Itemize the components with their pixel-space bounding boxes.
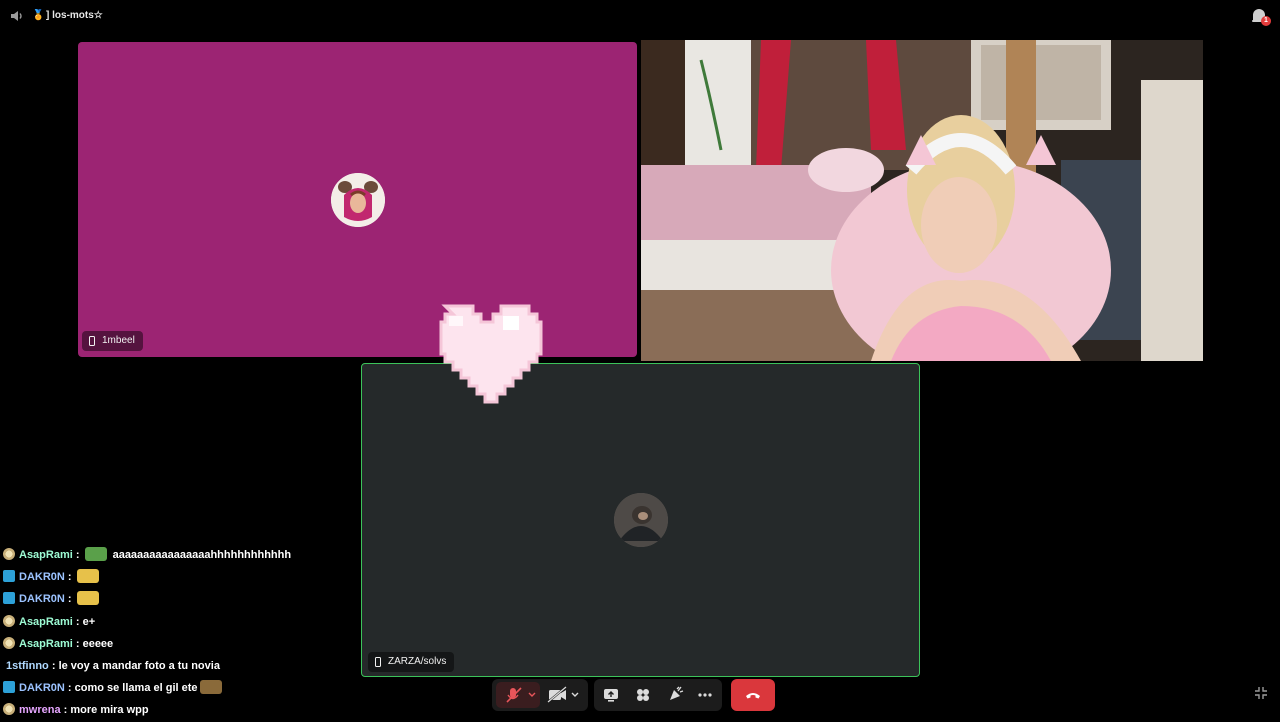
- chat-separator: :: [72, 637, 83, 650]
- media-controls: [492, 679, 588, 711]
- avatar: [614, 493, 668, 547]
- chat-message: DAKR0N :: [0, 588, 340, 610]
- camera-off-icon: [547, 686, 579, 703]
- chat-message: AsapRami : aaaaaaaaaaaaaaaahhhhhhhhhhhh: [0, 544, 340, 566]
- chat-separator: :: [72, 615, 83, 628]
- chat-message: AsapRami : eeeee: [0, 633, 340, 655]
- participant-tile-zarza[interactable]: ZARZA/solvs: [361, 363, 920, 677]
- participant-tile-1mbeel[interactable]: 1mbeel: [78, 42, 637, 357]
- activities-icon[interactable]: [630, 682, 656, 708]
- mic-toggle-button[interactable]: [496, 682, 540, 708]
- coin-badge-icon: [3, 614, 15, 627]
- chat-username[interactable]: DAKR0N: [19, 593, 65, 605]
- gift-emote: [76, 591, 99, 606]
- channel-name: los-mots☆: [52, 10, 103, 21]
- participant-tile-camera[interactable]: [641, 40, 1203, 361]
- bracket-glyph: ]: [46, 10, 50, 21]
- chat-username[interactable]: AsapRami: [19, 549, 73, 561]
- gift-emote: [76, 569, 99, 584]
- phone-icon: [375, 657, 381, 667]
- chat-username[interactable]: 1stfinno: [6, 660, 49, 672]
- hang-up-icon: [746, 693, 760, 699]
- avatar: [331, 173, 385, 227]
- channel-title[interactable]: ] los-mots☆: [46, 9, 103, 23]
- participant-name: ZARZA/solvs: [388, 656, 447, 667]
- share-screen-icon[interactable]: [598, 682, 624, 708]
- chat-username[interactable]: DAKR0N: [19, 571, 65, 583]
- avatar-image: [331, 173, 385, 227]
- coin-badge-icon: [3, 548, 15, 560]
- chat-separator: :: [64, 593, 75, 606]
- chat-text: aaaaaaaaaaaaaaaahhhhhhhhhhhh: [112, 549, 292, 561]
- phone-icon: [89, 336, 95, 346]
- chat-text: le voy a mandar foto a tu novia: [58, 659, 220, 672]
- chat-username[interactable]: AsapRami: [19, 616, 73, 628]
- notification-badge: 1: [1261, 16, 1271, 26]
- speaker-icon: [11, 11, 22, 21]
- mic-muted-icon: [506, 687, 536, 703]
- chat-separator: :: [72, 549, 83, 561]
- heart-overlay: [439, 304, 543, 404]
- prime-badge-icon: [3, 592, 15, 605]
- chat-username[interactable]: AsapRami: [19, 638, 73, 650]
- medal-icon: 🏅: [32, 10, 45, 21]
- chat-separator: :: [64, 571, 75, 584]
- camera-toggle-button[interactable]: [540, 682, 584, 708]
- participant-name-tag: ZARZA/solvs: [368, 652, 455, 672]
- chat-message: 1stfinno : le voy a mandar foto a tu nov…: [0, 655, 340, 677]
- pepe-emote: [84, 547, 107, 561]
- chat-message: AsapRami : e+: [0, 611, 340, 633]
- more-options-icon[interactable]: [692, 682, 718, 708]
- exit-fullscreen-icon[interactable]: [1254, 686, 1268, 700]
- activity-controls: [594, 679, 722, 711]
- chat-message: DAKR0N :: [0, 566, 340, 588]
- call-controls: [0, 676, 1280, 720]
- chat-separator: :: [48, 659, 59, 672]
- camera-feed: [641, 40, 1203, 361]
- participant-name-tag: 1mbeel: [82, 331, 143, 351]
- coin-badge-icon: [3, 636, 15, 649]
- top-bar: 🏅 ] los-mots☆ 1: [0, 0, 1280, 32]
- disconnect-button[interactable]: [731, 679, 775, 711]
- avatar-image: [614, 493, 668, 547]
- participant-name: 1mbeel: [102, 335, 135, 346]
- chat-text: e+: [82, 615, 96, 628]
- chat-text: eeeee: [82, 637, 114, 650]
- prime-badge-icon: [3, 570, 15, 583]
- soundboard-icon[interactable]: [662, 682, 688, 708]
